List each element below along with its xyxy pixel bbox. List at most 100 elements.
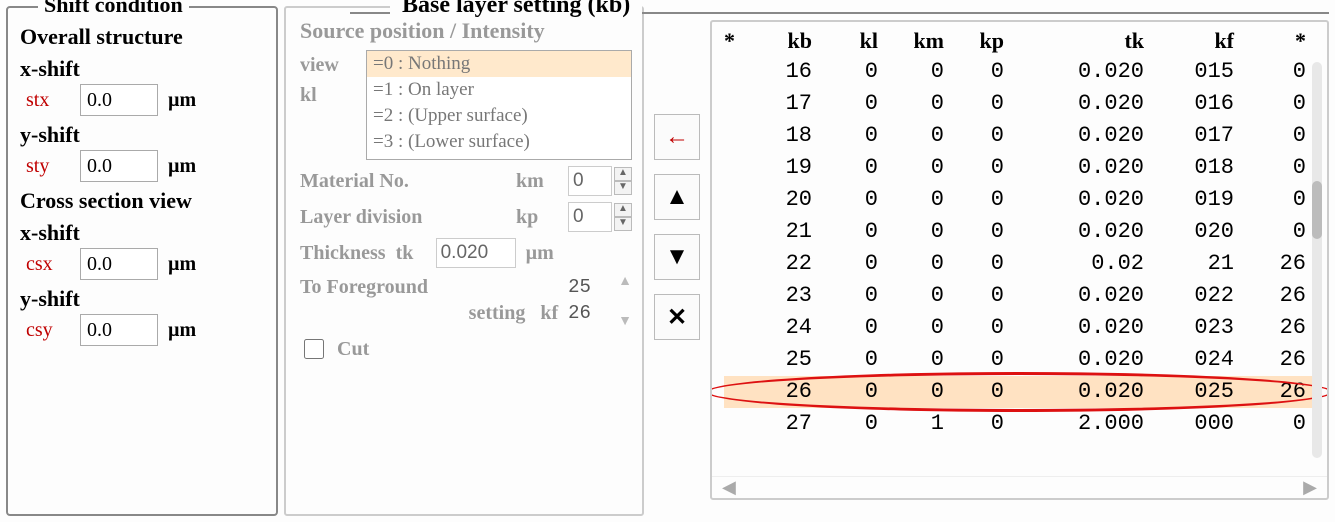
kl-label: kl xyxy=(300,80,360,110)
table-row[interactable]: 220000.022126 xyxy=(724,248,1315,280)
move-down-button[interactable]: ▼ xyxy=(654,234,700,280)
table-cell: 0 xyxy=(812,56,878,88)
table-row[interactable]: 230000.02002226 xyxy=(724,280,1315,312)
table-cell: 0 xyxy=(1234,56,1306,88)
table-cell: 18 xyxy=(752,120,812,152)
table-cell: 0 xyxy=(812,184,878,216)
table-cell: 022 xyxy=(1144,280,1234,312)
table-cell: 19 xyxy=(752,152,812,184)
table-cell: 0 xyxy=(878,376,944,408)
table-cell: 26 xyxy=(1234,344,1306,376)
scroll-right-icon[interactable]: ▶ xyxy=(1303,477,1317,498)
stx-unit: µm xyxy=(168,89,196,112)
table-cell: 0 xyxy=(944,88,1004,120)
table-cell: 0.020 xyxy=(1004,120,1144,152)
division-label: Layer division xyxy=(300,206,506,229)
table-cell: 0 xyxy=(812,312,878,344)
table-cell: 0 xyxy=(878,88,944,120)
table-cell: 0 xyxy=(812,152,878,184)
foreground-value[interactable]: 25 xyxy=(568,274,608,300)
table-cell: 26 xyxy=(1234,312,1306,344)
table-cell: 0 xyxy=(812,408,878,440)
foreground-scroll-up[interactable]: ▲ xyxy=(618,274,632,290)
csx-input[interactable] xyxy=(80,248,158,280)
table-cell: 0 xyxy=(944,376,1004,408)
thickness-label: Thickness xyxy=(300,242,386,265)
material-spin-down[interactable]: ▼ xyxy=(614,181,632,195)
table-cell: 0.020 xyxy=(1004,88,1144,120)
stx-input[interactable] xyxy=(80,84,158,116)
overall-structure-title: Overall structure xyxy=(20,24,264,50)
table-cell: 0 xyxy=(812,344,878,376)
table-header-cell: kb xyxy=(752,28,812,54)
table-cell: 0 xyxy=(944,344,1004,376)
table-row[interactable]: 250000.02002426 xyxy=(724,344,1315,376)
table-header: *kbklkmkptkkf* xyxy=(712,22,1327,56)
delete-button[interactable]: ✕ xyxy=(654,294,700,340)
material-input[interactable] xyxy=(568,166,612,196)
table-cell: 016 xyxy=(1144,88,1234,120)
foreground-scroll-down[interactable]: ▼ xyxy=(618,314,632,330)
table-row[interactable]: 240000.02002326 xyxy=(724,312,1315,344)
table-cell: 26 xyxy=(1234,280,1306,312)
view-option[interactable]: =1 : On layer xyxy=(367,77,631,103)
base-layer-table: *kbklkmkptkkf* 160000.0200150170000.0200… xyxy=(710,20,1329,500)
table-cell: 0 xyxy=(1234,184,1306,216)
scroll-left-icon[interactable]: ◀ xyxy=(722,477,736,498)
vertical-scrollbar[interactable] xyxy=(1312,62,1322,458)
table-cell: 025 xyxy=(1144,376,1234,408)
table-row[interactable]: 210000.0200200 xyxy=(724,216,1315,248)
sty-input[interactable] xyxy=(80,150,158,182)
shift-condition-panel: Shift condition Overall structure x-shif… xyxy=(6,6,278,516)
foreground-list[interactable]: 2526 xyxy=(568,274,608,326)
table-row[interactable]: 180000.0200170 xyxy=(724,120,1315,152)
table-cell: 0 xyxy=(812,120,878,152)
table-row[interactable]: 200000.0200190 xyxy=(724,184,1315,216)
table-cell: 0 xyxy=(812,376,878,408)
table-cell: 0 xyxy=(944,216,1004,248)
triangle-down-icon: ▼ xyxy=(665,244,689,271)
table-body: 160000.0200150170000.0200160180000.02001… xyxy=(712,56,1327,476)
material-var: km xyxy=(516,170,558,193)
table-cell: 017 xyxy=(1144,120,1234,152)
foreground-value[interactable]: 26 xyxy=(568,300,608,326)
table-header-cell: km xyxy=(878,28,944,54)
table-row[interactable]: 260000.02002526 xyxy=(724,376,1315,408)
move-up-button[interactable]: ▲ xyxy=(654,174,700,220)
base-layer-panel: Base layer setting (kb) *kbklkmkptkkf* 1… xyxy=(710,6,1329,516)
table-cell: 0 xyxy=(1234,408,1306,440)
horizontal-scrollbar[interactable]: ◀ ▶ xyxy=(712,476,1327,498)
table-cell: 0 xyxy=(878,56,944,88)
table-row[interactable]: 270102.0000000 xyxy=(724,408,1315,440)
table-cell: 0.020 xyxy=(1004,280,1144,312)
csy-unit: µm xyxy=(168,319,196,342)
material-spin-up[interactable]: ▲ xyxy=(614,167,632,181)
table-cell: 000 xyxy=(1144,408,1234,440)
table-header-cell: * xyxy=(1234,28,1306,54)
table-row[interactable]: 160000.0200150 xyxy=(724,56,1315,88)
table-cell: 0.020 xyxy=(1004,184,1144,216)
table-row[interactable]: 170000.0200160 xyxy=(724,88,1315,120)
table-cell: 019 xyxy=(1144,184,1234,216)
table-cell: 21 xyxy=(1144,248,1234,280)
table-cell: 0 xyxy=(878,120,944,152)
thickness-input[interactable] xyxy=(436,238,516,268)
csy-input[interactable] xyxy=(80,314,158,346)
back-button[interactable]: ← xyxy=(654,114,700,160)
view-option[interactable]: =3 : (Lower surface) xyxy=(367,129,631,155)
division-spin-up[interactable]: ▲ xyxy=(614,203,632,217)
division-input[interactable] xyxy=(568,202,612,232)
table-cell: 0 xyxy=(944,312,1004,344)
arrow-left-icon: ← xyxy=(665,124,689,151)
view-listbox[interactable]: =0 : Nothing=1 : On layer=2 : (Upper sur… xyxy=(366,50,632,160)
scrollbar-thumb[interactable] xyxy=(1312,181,1322,239)
view-option[interactable]: =2 : (Upper surface) xyxy=(367,103,631,129)
foreground-var: kf xyxy=(540,302,558,324)
table-cell xyxy=(724,312,752,344)
triangle-up-icon: ▲ xyxy=(665,184,689,211)
csx-var: csx xyxy=(26,253,70,276)
division-spin-down[interactable]: ▼ xyxy=(614,217,632,231)
table-row[interactable]: 190000.0200180 xyxy=(724,152,1315,184)
view-option[interactable]: =0 : Nothing xyxy=(367,51,631,77)
cut-checkbox[interactable] xyxy=(304,339,324,359)
